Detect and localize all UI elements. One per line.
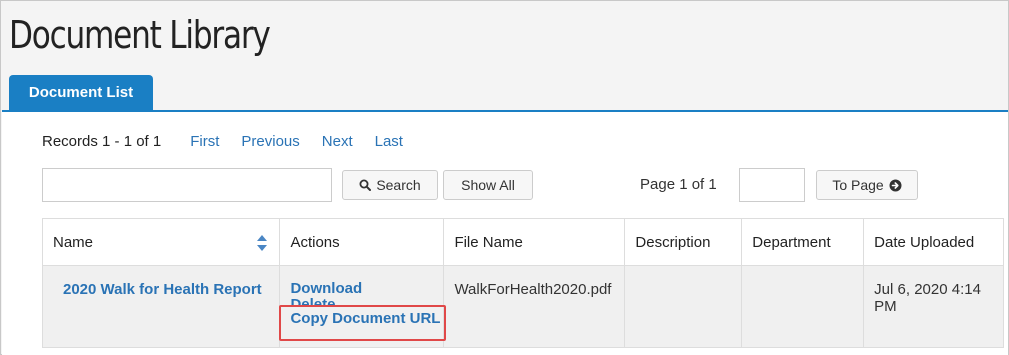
column-header-description: Description — [624, 218, 743, 266]
page-number-input[interactable] — [739, 168, 805, 202]
tab-document-list[interactable]: Document List — [9, 75, 153, 110]
pager: Records 1 - 1 of 1 First Previous Next L… — [42, 133, 425, 150]
column-header-file-name: File Name — [443, 218, 626, 266]
document-list-content: Records 1 - 1 of 1 First Previous Next L… — [2, 112, 1008, 355]
download-link[interactable]: Download — [290, 281, 443, 297]
search-input[interactable] — [42, 168, 332, 202]
copy-url-wrapper: Copy Document URL — [279, 305, 447, 341]
cell-name: 2020 Walk for Health Report — [41, 265, 281, 348]
column-header-actions: Actions — [279, 218, 445, 266]
cell-department — [741, 265, 865, 348]
document-name-link[interactable]: 2020 Walk for Health Report — [53, 281, 262, 298]
pager-last-link[interactable]: Last — [375, 133, 403, 150]
pager-first-link[interactable]: First — [190, 133, 219, 150]
column-header-department: Department — [741, 218, 865, 266]
records-count: Records 1 - 1 of 1 — [42, 133, 162, 150]
pager-next-link[interactable]: Next — [322, 133, 353, 150]
page-status: Page 1 of 1 — [640, 176, 717, 193]
tab-bar: Document List — [2, 75, 1008, 112]
to-page-button[interactable]: To Page — [816, 170, 918, 200]
cell-file-name: WalkForHealth2020.pdf — [443, 265, 626, 348]
sort-icon[interactable] — [257, 235, 268, 251]
column-header-name[interactable]: Name — [41, 218, 281, 266]
pager-previous-link[interactable]: Previous — [241, 133, 299, 150]
search-button[interactable]: Search — [342, 170, 438, 200]
column-header-date-uploaded: Date Uploaded — [863, 218, 1004, 266]
highlight-box — [279, 305, 447, 341]
documents-table: Name Actions File Name Description Depar… — [41, 218, 1004, 348]
show-all-button[interactable]: Show All — [443, 170, 533, 200]
arrow-circle-right-icon — [889, 179, 902, 191]
cell-actions: Download Delete Copy Document URL — [279, 265, 447, 348]
to-page-button-label: To Page — [832, 177, 884, 193]
document-library-panel: Document Library Document List Records 1… — [0, 0, 1009, 355]
table-header-row: Name Actions File Name Description Depar… — [41, 218, 1004, 266]
search-icon — [359, 179, 372, 191]
search-button-label: Search — [376, 177, 421, 193]
page-title: Document Library — [9, 13, 271, 57]
cell-description — [624, 265, 743, 348]
cell-date-uploaded: Jul 6, 2020 4:14 PM — [863, 265, 1004, 348]
column-header-name-label: Name — [53, 233, 94, 251]
table-row: 2020 Walk for Health Report Download Del… — [41, 265, 1004, 348]
